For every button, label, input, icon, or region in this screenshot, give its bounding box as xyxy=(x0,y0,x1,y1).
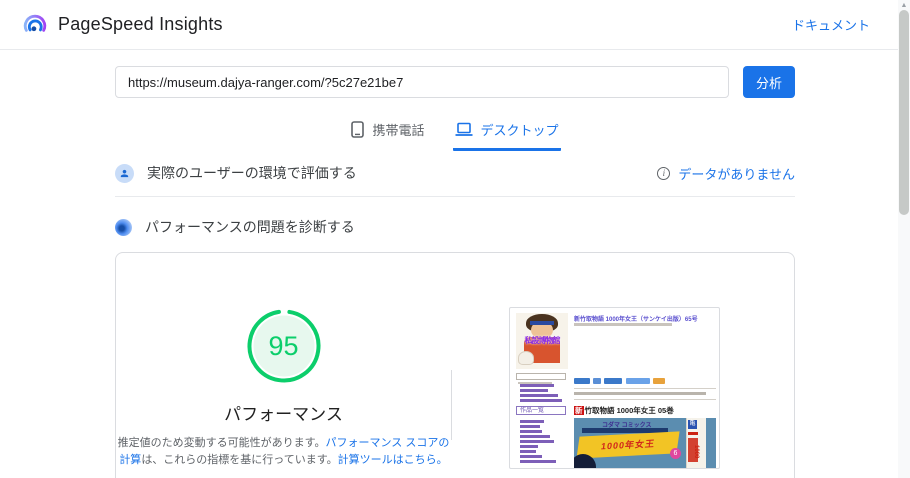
url-analyze-row: 分析 xyxy=(115,66,795,98)
thumb-site-name: 私設博物館 xyxy=(524,336,561,345)
thumb-sidebar-link-bar xyxy=(520,430,542,433)
tab-desktop[interactable]: デスクトップ xyxy=(452,116,561,151)
thumb-sidebar-link-bar xyxy=(520,399,562,402)
thumb-manga-cover: コダマ コミックス 1000年女王 6 亀 1000 xyxy=(574,418,716,468)
diagnose-section-title: パフォーマンスの問題を診断する xyxy=(145,219,355,235)
thumb-spine-number: 1000 xyxy=(693,445,699,459)
thumb-sidebar-link-bar xyxy=(520,450,536,453)
thumb-sidebar-link-bar xyxy=(520,425,540,428)
diagnose-section: パフォーマンスの問題を診断する xyxy=(115,217,795,237)
thumb-share-button xyxy=(626,378,650,384)
diagnose-gauge-icon xyxy=(115,218,132,236)
thumb-spine-mark: 亀 xyxy=(688,420,697,429)
app-title: PageSpeed Insights xyxy=(58,14,223,34)
mobile-phone-icon xyxy=(351,121,365,138)
thumb-share-button xyxy=(593,378,601,384)
main-content: 分析 携帯電話 デスクトップ 実際のユーザーの環境で評価する i デ xyxy=(115,66,795,478)
tab-desktop-label: デスクトップ xyxy=(480,123,559,138)
thumb-sidebar-link-bar xyxy=(520,394,558,397)
device-tabs: 携帯電話 デスクトップ xyxy=(115,116,795,151)
thumb-logo-cat xyxy=(518,351,534,365)
thumb-share-button xyxy=(574,378,590,384)
scrollbar-thumb[interactable] xyxy=(899,10,909,215)
thumb-share-button xyxy=(604,378,622,384)
score-description-text2: は、これらの指標を基に行っています。 xyxy=(141,454,338,467)
url-input[interactable] xyxy=(115,66,729,98)
site-screenshot-thumbnail: 私設博物館 新竹取物語 1000年女王（サンケイ出版）65号 作品一覧 新 竹取… xyxy=(509,307,720,469)
thumb-post-title: 新竹取物語 1000年女王（サンケイ出版）65号 xyxy=(574,317,698,323)
thumb-sidebar-link-bar xyxy=(520,420,544,423)
thumb-sidebar-link-bar xyxy=(520,440,554,443)
thumb-sidebar-link-bar xyxy=(520,389,548,392)
no-data-link[interactable]: i データがありません xyxy=(657,164,795,183)
thumb-sidebar-link-bar xyxy=(520,445,538,448)
performance-label: パフォーマンス xyxy=(224,405,343,424)
thumb-spine-red-block xyxy=(688,432,698,435)
thumb-sidebar-link-bar xyxy=(520,460,556,463)
thumb-site-logo: 私設博物館 xyxy=(516,313,568,369)
tab-mobile[interactable]: 携帯電話 xyxy=(349,116,426,151)
calc-tool-link[interactable]: 計算ツールはこちら。 xyxy=(338,454,448,466)
thumb-sidebar-link-bar xyxy=(520,455,542,458)
thumb-new-badge: 新 xyxy=(574,406,584,415)
pagespeed-logo-icon xyxy=(23,14,47,32)
thumb-article-heading: 新竹取物語 1000年女王 05巻 xyxy=(574,405,674,416)
thumb-volume-badge: 6 xyxy=(670,448,681,459)
performance-score-value: 95 xyxy=(268,330,299,361)
thumb-logo-headband xyxy=(530,321,554,325)
score-panel: 95 パフォーマンス 推定値のため変動する可能性があります。パフォーマンス スコ… xyxy=(116,253,451,478)
analyze-button[interactable]: 分析 xyxy=(743,66,795,98)
desktop-laptop-icon xyxy=(455,122,472,136)
field-data-section: 実際のユーザーの環境で評価する i データがありません xyxy=(115,163,795,197)
no-data-label: データがありません xyxy=(678,166,795,182)
info-icon: i xyxy=(657,166,671,180)
thumb-sidebar-link-bar xyxy=(520,384,554,387)
page-scrollbar[interactable]: ▲ xyxy=(898,0,910,478)
field-section-title: 実際のユーザーの環境で評価する xyxy=(147,165,357,181)
screenshot-panel: 私設博物館 新竹取物語 1000年女王（サンケイ出版）65号 作品一覧 新 竹取… xyxy=(452,253,794,478)
thumb-subtitle-bar xyxy=(574,323,672,326)
performance-report-card: 95 パフォーマンス 推定値のため変動する可能性があります。パフォーマンス スコ… xyxy=(115,252,795,478)
documentation-link[interactable]: ドキュメント xyxy=(792,15,870,34)
performance-score-gauge[interactable]: 95 xyxy=(245,307,323,385)
thumb-heading-text: 竹取物語 1000年女王 05巻 xyxy=(584,406,674,415)
thumb-share-button xyxy=(653,378,665,384)
real-users-icon xyxy=(115,163,134,183)
thumb-cover-title: 1000年女王 xyxy=(576,431,680,459)
thumb-divider xyxy=(574,388,716,389)
app-header: PageSpeed Insights ドキュメント xyxy=(0,0,910,50)
thumb-divider xyxy=(574,399,716,400)
thumb-search-box xyxy=(516,373,566,380)
thumb-sidebar-link-bar xyxy=(520,435,550,438)
thumb-sidebar-works-box: 作品一覧 xyxy=(516,406,566,415)
thumb-breadcrumb-bar xyxy=(574,392,706,395)
app-logo-wrap: PageSpeed Insights xyxy=(22,12,223,38)
score-description-text1: 推定値のため変動する可能性があります。 xyxy=(117,437,326,449)
score-description: 推定値のため変動する可能性があります。パフォーマンス スコアの計算は、これらの指… xyxy=(117,435,451,469)
tab-mobile-label: 携帯電話 xyxy=(372,123,425,138)
